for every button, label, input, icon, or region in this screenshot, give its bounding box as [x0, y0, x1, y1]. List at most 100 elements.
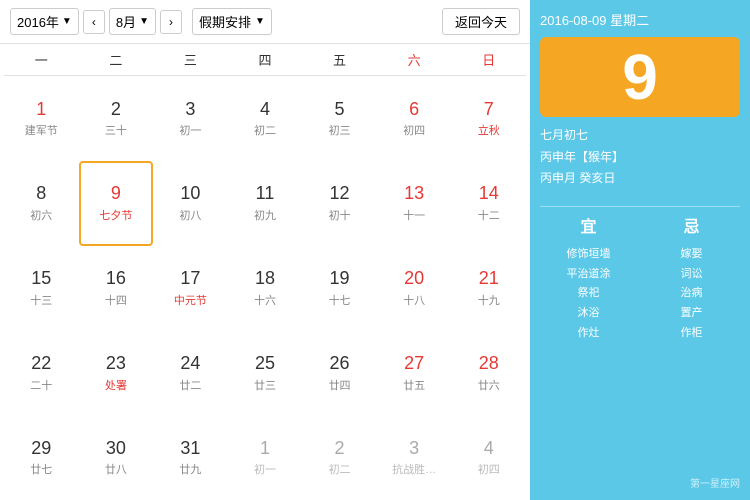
day-number: 7: [484, 99, 494, 121]
day-cell[interactable]: 12初十: [302, 161, 377, 246]
day-cell[interactable]: 10初八: [153, 161, 228, 246]
day-lunar: 十二: [478, 207, 500, 223]
day-lunar: 十八: [403, 292, 425, 308]
day-cell[interactable]: 1初一: [228, 415, 303, 500]
day-cell[interactable]: 16 十四: [79, 246, 154, 331]
day-number: 1: [36, 99, 46, 121]
schedule-label: 假期安排: [199, 12, 251, 31]
day-cell[interactable]: 25廿三: [228, 330, 303, 415]
yi-ji-section: 宜 忌: [540, 213, 740, 237]
next-month-btn[interactable]: ›: [160, 10, 182, 34]
day-lunar: 初一: [179, 122, 201, 138]
day-number: 6: [409, 99, 419, 121]
day-cell[interactable]: 31廿九: [153, 415, 228, 500]
day-number: 15: [31, 268, 51, 290]
day-lunar: 处署: [105, 377, 127, 393]
day-cell[interactable]: 30廿八: [79, 415, 154, 500]
day-cell[interactable]: 28廿六: [451, 330, 526, 415]
day-lunar: 初二: [329, 461, 351, 477]
day-cell[interactable]: 4初二: [228, 76, 303, 161]
today-btn[interactable]: 返回今天: [442, 8, 520, 35]
day-number: 12: [330, 183, 350, 205]
ji-item: 治病: [643, 284, 740, 304]
day-cell[interactable]: 8初六: [4, 161, 79, 246]
day-cell[interactable]: 29廿七: [4, 415, 79, 500]
day-lunar: 建军节: [25, 122, 58, 138]
day-cell[interactable]: 19十七: [302, 246, 377, 331]
day-number: 13: [404, 183, 424, 205]
day-lunar: 十一: [403, 207, 425, 223]
toolbar: 2016年 ▼ ‹ 8月 ▼ › 假期安排 ▼ 返回今天: [0, 0, 530, 44]
day-cell[interactable]: 22二十: [4, 330, 79, 415]
day-cell[interactable]: 27廿五: [377, 330, 452, 415]
day-lunar: 初三: [329, 122, 351, 138]
day-lunar: 十九: [478, 292, 500, 308]
year-selector[interactable]: 2016年 ▼: [10, 8, 79, 35]
day-lunar: 抗战胜…: [392, 461, 436, 477]
month-label: 8月: [116, 12, 136, 31]
yi-title: 宜: [580, 219, 596, 236]
day-lunar: 初四: [478, 461, 500, 477]
day-cell[interactable]: 17中元节: [153, 246, 228, 331]
day-number: 26: [330, 353, 350, 375]
day-cell[interactable]: 13 十一: [377, 161, 452, 246]
day-lunar: 十三: [30, 292, 52, 308]
day-cell[interactable]: 14十二: [451, 161, 526, 246]
day-number: 4: [484, 438, 494, 460]
day-cell[interactable]: 23处署: [79, 330, 154, 415]
day-cell[interactable]: 26廿四: [302, 330, 377, 415]
day-number: 22: [31, 353, 51, 375]
prev-month-btn[interactable]: ‹: [83, 10, 105, 34]
day-lunar: 初四: [403, 122, 425, 138]
day-lunar: 中元节: [174, 292, 207, 308]
day-lunar: 廿七: [30, 461, 52, 477]
day-number: 5: [335, 99, 345, 121]
day-cell[interactable]: 3抗战胜…: [377, 415, 452, 500]
ji-label: 忌: [643, 213, 740, 237]
day-cell[interactable]: 3初一: [153, 76, 228, 161]
day-cell[interactable]: 9七夕节: [79, 161, 154, 246]
big-date-num: 9: [622, 45, 658, 109]
day-cell[interactable]: 1建军节: [4, 76, 79, 161]
day-lunar: 初八: [179, 207, 201, 223]
day-cell[interactable]: 18十六: [228, 246, 303, 331]
lunar-info: 七月初七 丙申年【猴年】 丙申月 癸亥日: [540, 125, 740, 190]
day-number: 4: [260, 99, 270, 121]
day-cell[interactable]: 5初三: [302, 76, 377, 161]
day-number: 21: [479, 268, 499, 290]
day-number: 3: [409, 438, 419, 460]
day-lunar: 廿二: [179, 377, 201, 393]
yi-item: 修饰垣墙: [540, 245, 637, 265]
day-cell[interactable]: 7立秋: [451, 76, 526, 161]
weekday-mon: 一: [4, 50, 79, 69]
day-lunar: 立秋: [478, 122, 500, 138]
date-header: 2016-08-09 星期二: [540, 10, 740, 29]
month-selector[interactable]: 8月 ▼: [109, 8, 156, 35]
day-number: 2: [111, 99, 121, 121]
ji-item: 词讼: [643, 265, 740, 285]
lunar-line2: 丙申年【猴年】: [540, 147, 740, 169]
day-number: 16: [106, 268, 126, 290]
lunar-line1: 七月初七: [540, 125, 740, 147]
day-cell[interactable]: 2初二: [302, 415, 377, 500]
lunar-line3: 丙申月 癸亥日: [540, 168, 740, 190]
day-cell[interactable]: 2三十: [79, 76, 154, 161]
watermark: 第一星座网: [540, 475, 740, 490]
day-lunar: 廿三: [254, 377, 276, 393]
day-number: 19: [330, 268, 350, 290]
year-arrow: ▼: [62, 16, 72, 27]
day-cell[interactable]: 24廿二: [153, 330, 228, 415]
schedule-arrow: ▼: [255, 16, 265, 27]
day-number: 9: [111, 183, 121, 205]
day-lunar: 廿八: [105, 461, 127, 477]
schedule-selector[interactable]: 假期安排 ▼: [192, 8, 272, 35]
day-cell[interactable]: 21 十九: [451, 246, 526, 331]
day-number: 8: [36, 183, 46, 205]
day-cell[interactable]: 11初九: [228, 161, 303, 246]
day-cell[interactable]: 4初四: [451, 415, 526, 500]
year-label: 2016年: [17, 12, 59, 31]
day-lunar: 十四: [105, 292, 127, 308]
day-cell[interactable]: 6初四: [377, 76, 452, 161]
day-cell[interactable]: 20十八: [377, 246, 452, 331]
day-cell[interactable]: 15 十三: [4, 246, 79, 331]
